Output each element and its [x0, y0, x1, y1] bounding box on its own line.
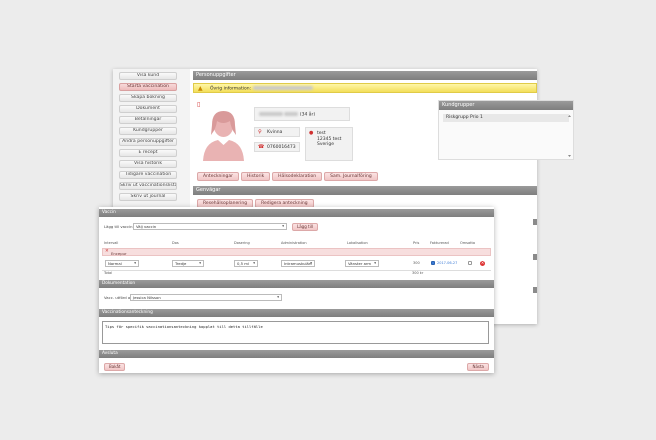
sidebar-item-andra-personuppgifter[interactable]: Ändra personuppgifter — [119, 138, 177, 146]
halsodeklaration-button[interactable]: Hälsodeklaration — [272, 172, 323, 181]
col-dos: Dos — [172, 241, 179, 245]
sidebar-item-skriv-ut-journal[interactable]: Skriv ut journal — [119, 193, 177, 201]
avatar-icon — [203, 111, 244, 161]
warning-icon: ▲ — [198, 85, 203, 92]
vaccine-table-header: Intervall Dos Dosering Administration Lo… — [102, 240, 491, 247]
historik-button[interactable]: Historik — [240, 172, 271, 181]
localisation-select[interactable]: Vänster arm ▾ — [345, 260, 379, 267]
vaccine-data-row: Normal ▾ Tredje ▾ 0,5 ml ▾ Intramuskulärt ▾ … — [102, 258, 491, 269]
gender-icon: ♀ — [258, 129, 262, 135]
sidebar-item-skriv-ut-vaccinationslista[interactable]: Skriv ut vaccinationslista — [119, 182, 177, 190]
kundgrupper-header: Kundgrupper — [439, 101, 573, 110]
interval-select[interactable]: Normal ▾ — [105, 260, 139, 267]
mobile-icon: ▯ — [197, 101, 201, 108]
phone-field: ☎ 0760016473 — [254, 142, 300, 152]
sidebar-item-tidigare-vaccination[interactable]: Tidigare vaccination — [119, 171, 177, 179]
dokumentation-header: Dokumentation — [99, 280, 494, 288]
sidebar-item-e-recept[interactable]: E recept — [119, 149, 177, 157]
sidebar-item-dokument[interactable]: Dokument — [119, 105, 177, 113]
warning-label: Övrig information: — [210, 86, 252, 92]
kundgrupper-panel: Kundgrupper Riskgrupp Prio 1 — [438, 100, 574, 160]
location-pin-icon: ● — [309, 130, 314, 136]
col-dosering: Dosering — [234, 241, 250, 245]
col-omsatta: Omsatta — [460, 241, 476, 245]
vaccination-window: Vaccin Lägg till vaccin Välj vaccin ▾ Läg… — [99, 207, 494, 373]
person-actions: Anteckningar Historik Hälsodeklaration Sam.… — [197, 172, 380, 181]
add-vaccine-select[interactable]: Välj vaccin ▾ — [133, 223, 287, 230]
avsluta-header: Avsluta — [99, 350, 494, 358]
scrollbar[interactable] — [568, 115, 571, 157]
chevron-down-icon: ▾ — [282, 224, 284, 228]
remove-vaccine-icon[interactable]: ✕ — [105, 249, 109, 254]
col-intervall: Intervall — [104, 241, 119, 245]
delete-row-icon[interactable]: × — [480, 260, 485, 266]
sidebar-item-skapa-bokning[interactable]: Skapa bokning — [119, 94, 177, 102]
address-field: ● test 12345 test Sverige — [305, 127, 353, 161]
administration-select[interactable]: Intramuskulärt ▾ — [281, 260, 315, 267]
back-button[interactable]: Bakåt — [104, 363, 126, 371]
invoiced-date: 2017-06-27 — [437, 261, 458, 265]
genvagar-header: Genvägar — [193, 186, 537, 195]
anteckningar-button[interactable]: Anteckningar — [197, 172, 239, 181]
sam-journalforing-button[interactable]: Sam. Journalföring — [324, 172, 378, 181]
vaccin-header: Vaccin — [99, 209, 494, 217]
chevron-down-icon: ▾ — [277, 295, 279, 299]
col-lokalisation: Lokalisation — [347, 241, 368, 245]
age-text: (34 år) — [299, 112, 316, 118]
performed-by-select[interactable]: Jessica Nilsson ▾ — [130, 294, 282, 301]
blurred-name-2 — [284, 112, 299, 116]
col-pris: Pris — [413, 241, 420, 245]
journal-header: Vaccinationsanteckning — [99, 309, 494, 317]
vaccine-name: Encepur — [111, 250, 127, 256]
divider — [102, 270, 491, 271]
personuppgifter-header: Personuppgifter — [193, 71, 537, 80]
col-administration: Administration — [281, 241, 307, 245]
section-edge — [533, 219, 537, 225]
omsatta-checkbox[interactable] — [468, 261, 472, 265]
warning-banner: ▲ Övrig information: — [193, 83, 537, 93]
invoiced-checkbox[interactable] — [431, 261, 435, 265]
next-button[interactable]: Nästa — [467, 363, 489, 371]
sidebar-item-betalningar[interactable]: Betalningar — [119, 116, 177, 124]
journal-textarea[interactable]: Tips för specifik vaccinationsanteckning… — [102, 321, 489, 344]
gender-field: ♀ Kvinna — [254, 127, 300, 137]
chevron-down-icon: ▾ — [374, 261, 376, 265]
col-fakturerad: Fakturerad — [430, 241, 449, 245]
sidebar-item-visa-historik[interactable]: Visa historik — [119, 160, 177, 168]
chevron-down-icon: ▾ — [310, 261, 312, 265]
dosage-select[interactable]: 0,5 ml ▾ — [234, 260, 258, 267]
sidebar-item-visa-kund[interactable]: Visa kund — [119, 72, 177, 80]
blurred-name — [259, 112, 283, 116]
dose-select[interactable]: Tredje ▾ — [172, 260, 204, 267]
add-vaccine-button[interactable]: Lägg till — [292, 222, 318, 231]
blurred-info — [252, 86, 313, 90]
total-value: 300 kr — [412, 271, 424, 275]
chevron-down-icon: ▾ — [253, 261, 255, 265]
name-box: (34 år) — [254, 107, 350, 121]
add-vaccine-label: Lägg till vaccin — [104, 224, 133, 229]
vaccine-name-row: ✕ Encepur — [102, 248, 491, 256]
price-value: 300 — [413, 261, 420, 265]
sidebar-item-starta-vaccination[interactable]: Starta vaccination — [119, 83, 177, 91]
section-edge — [533, 254, 537, 260]
total-label: Total — [104, 271, 113, 275]
chevron-down-icon: ▾ — [199, 261, 201, 265]
kundgrupp-item: Riskgrupp Prio 1 — [443, 114, 569, 122]
sidebar-item-kundgrupper[interactable]: Kundgrupper — [119, 127, 177, 135]
section-edge — [533, 287, 537, 293]
phone-icon: ☎ — [258, 144, 265, 150]
person-card: ▯ (34 år) ♀ Kvinna ☎ 0760016473 ● test 123… — [197, 99, 433, 165]
chevron-down-icon: ▾ — [134, 261, 136, 265]
